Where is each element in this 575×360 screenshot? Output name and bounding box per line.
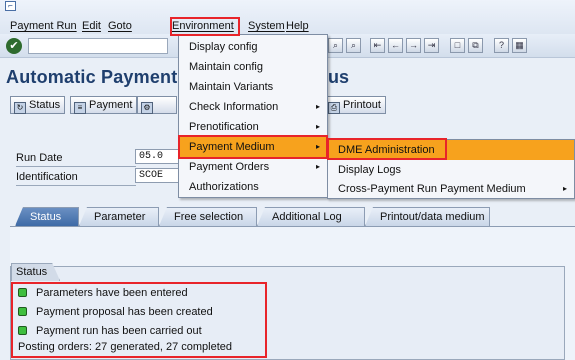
menu-item-maintain-variants[interactable]: Maintain Variants bbox=[179, 77, 327, 97]
status-message: Parameters have been entered bbox=[18, 285, 188, 301]
previous-page-icon[interactable]: ← bbox=[388, 38, 403, 53]
menu-item-maintain-config[interactable]: Maintain config bbox=[179, 57, 327, 77]
menu-item-label: DME Administration bbox=[338, 144, 435, 156]
menu-item-payment-orders[interactable]: Payment Orders ▸ bbox=[179, 157, 327, 177]
tool-icon: ⚙ bbox=[141, 102, 153, 114]
menu-item-display-config[interactable]: Display config bbox=[179, 37, 327, 57]
refresh-icon: ↻ bbox=[14, 102, 26, 114]
menu-environment[interactable]: Environment bbox=[172, 20, 234, 32]
submenu-arrow-icon: ▸ bbox=[315, 142, 320, 151]
submenu-arrow-icon: ▸ bbox=[562, 184, 567, 193]
enter-check-icon[interactable]: ✔ bbox=[6, 38, 22, 54]
status-message-text: Payment proposal has been created bbox=[36, 306, 213, 318]
menu-item-prenotification[interactable]: Prenotification ▸ bbox=[179, 117, 327, 137]
status-message-text: Parameters have been entered bbox=[36, 287, 188, 299]
new-session-icon[interactable]: □ bbox=[450, 38, 465, 53]
identification-field[interactable]: SCOE bbox=[135, 168, 180, 183]
shortcut-icon[interactable]: ⧉ bbox=[468, 38, 483, 53]
menu-payment-run[interactable]: Payment Run bbox=[10, 20, 77, 32]
menu-bar: ⌐ Payment Run Edit Goto Environment Syst… bbox=[0, 0, 575, 34]
menu-item-label: Check Information bbox=[189, 101, 279, 113]
menu-item-authorizations[interactable]: Authorizations bbox=[179, 177, 327, 197]
printer-icon: ⎙ bbox=[328, 102, 340, 114]
page-title: Automatic Payment bbox=[6, 67, 178, 87]
status-message-text: Payment run has been carried out bbox=[36, 325, 202, 337]
status-group-title: Status bbox=[11, 263, 60, 281]
payment-button-label: Payment bbox=[89, 99, 133, 111]
run-date-label: Run Date bbox=[16, 152, 63, 164]
menu-item-label: Cross-Payment Run Payment Medium bbox=[338, 183, 526, 195]
layout-menu-icon[interactable]: ▦ bbox=[512, 38, 527, 53]
find-icon[interactable]: ⌕ bbox=[328, 38, 343, 53]
menu-item-label: Prenotification bbox=[189, 121, 259, 133]
tab-parameter[interactable]: Parameter bbox=[79, 207, 159, 226]
status-button[interactable]: ↻ Status bbox=[10, 96, 66, 114]
find-next-icon[interactable]: ⌕ bbox=[346, 38, 361, 53]
submenu-arrow-icon: ▸ bbox=[315, 162, 320, 171]
command-field[interactable] bbox=[28, 38, 168, 54]
last-page-icon[interactable]: ⇥ bbox=[424, 38, 439, 53]
menu-item-payment-medium[interactable]: Payment Medium ▸ bbox=[179, 137, 327, 157]
payment-medium-submenu: DME Administration Display Logs Cross-Pa… bbox=[327, 139, 575, 199]
menu-item-label: Payment Medium bbox=[189, 141, 275, 153]
menu-item-check-information[interactable]: Check Information ▸ bbox=[179, 97, 327, 117]
next-page-icon[interactable]: → bbox=[406, 38, 421, 53]
green-led-icon bbox=[18, 288, 27, 297]
environment-dropdown-menu: Display config Maintain config Maintain … bbox=[178, 34, 328, 198]
menu-item-cross-payment-run[interactable]: Cross-Payment Run Payment Medium ▸ bbox=[328, 179, 574, 199]
status-message: Payment proposal has been created bbox=[18, 304, 213, 320]
next-toolbar-button[interactable]: ⚙ bbox=[137, 96, 177, 114]
identification-label: Identification bbox=[16, 171, 78, 183]
payment-icon: ≡ bbox=[74, 102, 86, 114]
green-led-icon bbox=[18, 307, 27, 316]
menu-item-label: Display Logs bbox=[338, 164, 401, 176]
menu-item-label: Maintain Variants bbox=[189, 81, 274, 93]
tab-additional-log[interactable]: Additional Log bbox=[257, 207, 365, 226]
first-page-icon[interactable]: ⇤ bbox=[370, 38, 385, 53]
menu-goto[interactable]: Goto bbox=[108, 20, 132, 32]
tab-free-selection[interactable]: Free selection bbox=[159, 207, 257, 226]
printout-button-label: Printout bbox=[343, 99, 381, 111]
payment-button[interactable]: ≡ Payment bbox=[70, 96, 138, 114]
menu-item-label: Authorizations bbox=[189, 181, 259, 193]
submenu-arrow-icon: ▸ bbox=[315, 102, 320, 111]
help-icon[interactable]: ? bbox=[494, 38, 509, 53]
tab-status[interactable]: Status bbox=[15, 207, 79, 226]
menu-item-label: Maintain config bbox=[189, 61, 263, 73]
menu-system[interactable]: System bbox=[248, 20, 285, 32]
menu-edit[interactable]: Edit bbox=[82, 20, 101, 32]
green-led-icon bbox=[18, 326, 27, 335]
menu-item-label: Display config bbox=[189, 41, 258, 53]
run-date-field[interactable]: 05.0 bbox=[135, 149, 180, 164]
menu-item-display-logs[interactable]: Display Logs bbox=[328, 160, 574, 180]
menu-help[interactable]: Help bbox=[286, 20, 309, 32]
submenu-arrow-icon: ▸ bbox=[315, 122, 320, 131]
printout-button[interactable]: ⎙ Printout bbox=[324, 96, 386, 114]
tab-printout-data-medium[interactable]: Printout/data medium bbox=[365, 207, 490, 226]
status-message: Payment run has been carried out bbox=[18, 323, 202, 339]
identification-divider bbox=[16, 185, 136, 186]
status-button-label: Status bbox=[29, 99, 61, 111]
menu-item-dme-administration[interactable]: DME Administration bbox=[328, 140, 574, 160]
sap-app-icon[interactable]: ⌐ bbox=[5, 1, 16, 11]
run-date-divider bbox=[16, 166, 136, 167]
menu-item-label: Payment Orders bbox=[189, 161, 270, 173]
posting-orders-summary: Posting orders: 27 generated, 27 complet… bbox=[18, 341, 233, 353]
